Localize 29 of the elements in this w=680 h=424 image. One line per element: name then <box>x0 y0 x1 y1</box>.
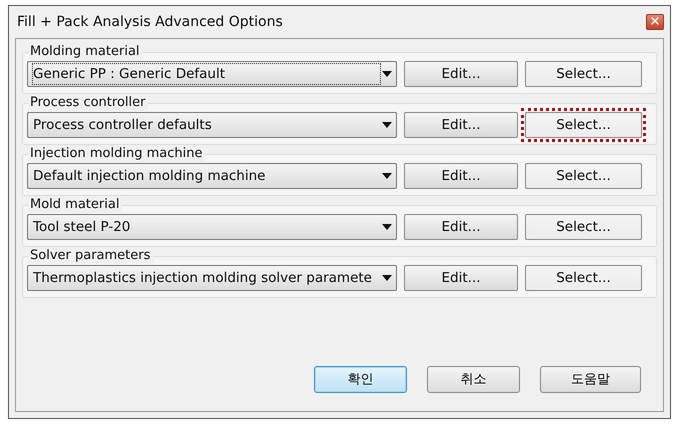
edit-button[interactable]: Edit... <box>404 163 518 189</box>
dropdown-arrow-icon <box>382 122 392 128</box>
dropdown-arrow-icon <box>382 71 392 77</box>
window-title: Fill + Pack Analysis Advanced Options <box>17 12 283 32</box>
ok-button[interactable]: 확인 <box>314 366 407 393</box>
cancel-button[interactable]: 취소 <box>427 366 520 393</box>
select-button[interactable]: Select... <box>525 163 642 189</box>
edit-button[interactable]: Edit... <box>404 112 518 138</box>
help-button[interactable]: 도움말 <box>540 366 641 393</box>
edit-button[interactable]: Edit... <box>404 214 518 240</box>
edit-button[interactable]: Edit... <box>404 265 518 291</box>
dropdown-arrow-icon <box>382 224 392 230</box>
dropdown-arrow-icon <box>382 173 392 179</box>
group-label: Process controller <box>28 94 148 111</box>
dropdown[interactable]: Default injection molding machine <box>27 163 397 189</box>
dropdown[interactable]: Thermoplastics injection molding solver paramete <box>27 265 397 291</box>
select-button[interactable]: Select... <box>525 112 642 138</box>
select-button[interactable]: Select... <box>525 265 642 291</box>
select-button[interactable]: Select... <box>525 214 642 240</box>
group-label: Solver parameters <box>28 247 154 264</box>
select-button[interactable]: Select... <box>525 61 642 87</box>
dropdown-arrow-icon <box>382 275 392 281</box>
dropdown[interactable]: Process controller defaults <box>27 112 397 138</box>
group-label: Mold material <box>28 196 122 213</box>
edit-button[interactable]: Edit... <box>404 61 518 87</box>
dropdown[interactable]: Tool steel P-20 <box>27 214 397 240</box>
dropdown[interactable]: Generic PP : Generic Default <box>27 61 397 87</box>
group-label: Injection molding machine <box>28 145 206 162</box>
group-label: Molding material <box>28 43 143 60</box>
